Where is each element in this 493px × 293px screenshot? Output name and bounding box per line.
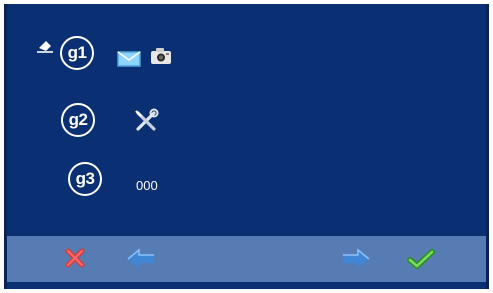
envelope-icon[interactable] (117, 50, 141, 68)
bottom-toolbar (7, 236, 486, 282)
group-row-g1: g1 (7, 36, 207, 72)
eraser-icon[interactable] (35, 38, 55, 54)
confirm-check-icon[interactable] (405, 246, 437, 272)
camera-icon[interactable] (149, 46, 173, 66)
group-row-g3: g3 000 (7, 162, 207, 198)
left-arrow-icon[interactable] (125, 246, 157, 272)
group-badge-g1: g1 (60, 36, 94, 70)
group-badge-g2: g2 (61, 103, 95, 137)
cancel-icon[interactable] (59, 246, 91, 272)
tools-icon[interactable] (133, 108, 159, 134)
right-arrow-icon[interactable] (340, 246, 372, 272)
value-000[interactable]: 000 (136, 178, 158, 194)
device-screen: g1 g2 g3 000 (4, 4, 489, 289)
group-row-g2: g2 (7, 103, 207, 139)
group-badge-g3: g3 (68, 162, 102, 196)
